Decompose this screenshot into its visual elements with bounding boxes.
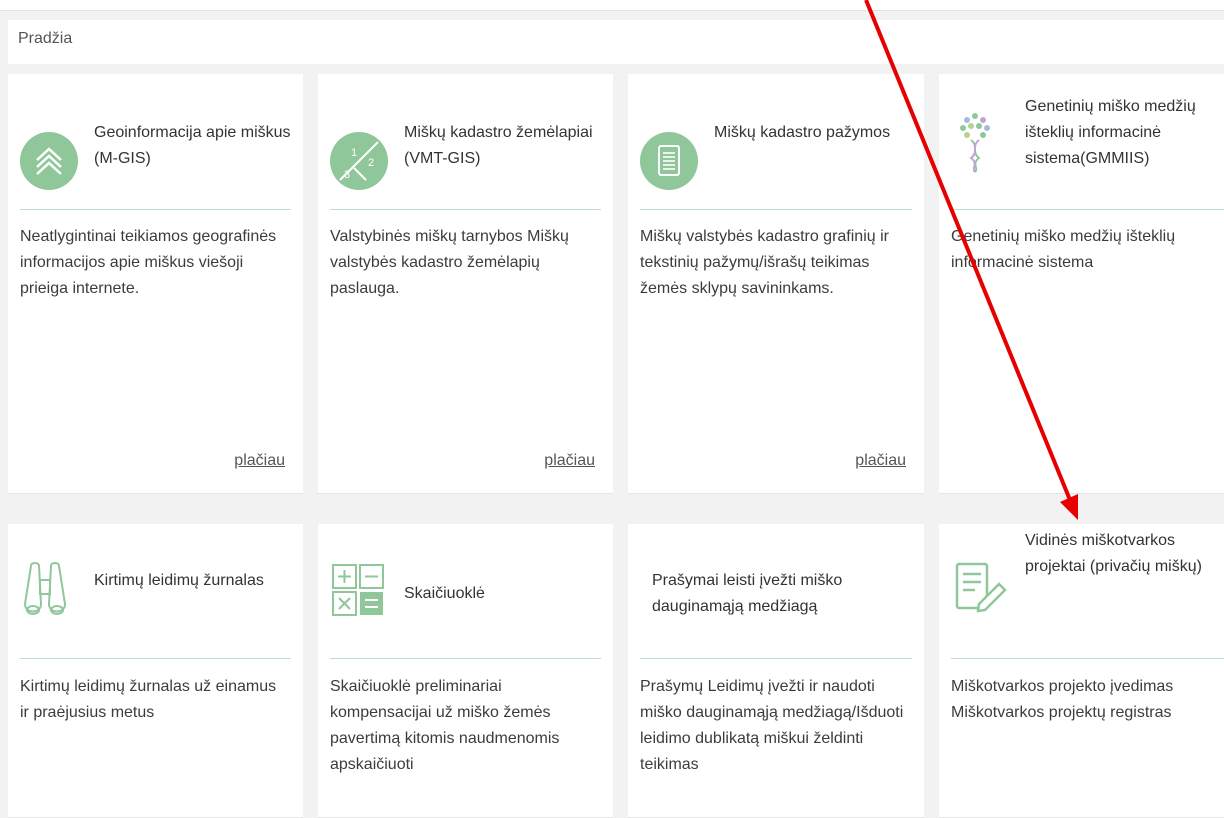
card-title: Kirtimų leidimų žurnalas — [94, 572, 264, 589]
card-kirtimu-zurnalas[interactable]: Kirtimų leidimų žurnalas Kirtimų leidimų… — [8, 524, 303, 818]
card-vidines-miskotvarkos[interactable]: Vidinės miškotvarkos projektai (privačių… — [939, 524, 1224, 818]
binoculars-icon — [22, 558, 68, 624]
card-description: Kirtimų leidimų žurnalas už einamus ir p… — [20, 678, 277, 721]
map-number-2: 2 — [368, 157, 374, 169]
divider — [640, 658, 912, 659]
divider — [951, 209, 1224, 210]
card-title: Geoinformacija apie miškus (M-GIS) — [94, 124, 291, 167]
card-description: Skaičiuoklė preliminariai kompensacijai … — [330, 678, 560, 773]
divider — [330, 658, 601, 659]
map-number-1: 1 — [351, 147, 357, 159]
card-prasymai[interactable]: Prašymai leisti įvežti miško dauginamąją… — [628, 524, 924, 818]
card-gmmiis[interactable]: Genetinių miško medžių išteklių informac… — [939, 74, 1224, 494]
card-title: Skaičiuoklė — [404, 585, 485, 602]
more-link[interactable]: plačiau — [544, 452, 595, 470]
card-description: Prašymų Leidimų įvežti ir naudoti miško … — [640, 678, 904, 773]
card-title: Genetinių miško medžių išteklių informac… — [1025, 98, 1196, 167]
divider — [951, 658, 1224, 659]
card-m-gis[interactable]: Geoinformacija apie miškus (M-GIS) Neatl… — [8, 74, 303, 494]
card-kadastro-pazymos[interactable]: Miškų kadastro pažymos Miškų valstybės k… — [628, 74, 924, 494]
card-description: Valstybinės miškų tarnybos Miškų valstyb… — [330, 228, 569, 297]
breadcrumb: Pradžia — [8, 20, 1224, 64]
card-title: Miškų kadastro pažymos — [714, 124, 891, 141]
divider — [20, 658, 291, 659]
card-description: Miškotvarkos projekto įvedimas Miškotvar… — [951, 674, 1210, 726]
card-description: Miškų valstybės kadastro grafinių ir tek… — [640, 228, 889, 297]
card-skaiciuokle[interactable]: Skaičiuoklė Skaičiuoklė preliminariai ko… — [318, 524, 613, 818]
card-description: Neatlygintinai teikiamos geografinės inf… — [20, 228, 277, 297]
divider — [20, 209, 291, 210]
miskotvarkos-projekto-ivedimas-link[interactable]: Miškotvarkos projekto įvedimas — [951, 674, 1210, 700]
card-title: Prašymai leisti įvežti miško dauginamąją… — [652, 572, 843, 615]
map-sections-icon: 1 2 3 — [330, 132, 388, 190]
more-link[interactable]: plačiau — [234, 452, 285, 470]
miskotvarkos-projektu-registras-link[interactable]: Miškotvarkos projektų registras — [951, 700, 1210, 726]
divider — [640, 209, 912, 210]
map-number-3: 3 — [344, 169, 350, 181]
top-bar — [0, 0, 1224, 11]
card-vmt-gis[interactable]: 1 2 3 Miškų kadastro žemėlapiai (VMT-GIS… — [318, 74, 613, 494]
calculator-icon — [332, 564, 384, 616]
divider — [330, 209, 601, 210]
document-circle-icon — [640, 132, 698, 190]
card-description: Genetinių miško medžių išteklių informac… — [951, 228, 1176, 271]
chevron-up-circle-icon — [20, 132, 78, 190]
document-edit-icon — [955, 562, 1007, 614]
card-title: Miškų kadastro žemėlapiai (VMT-GIS) — [404, 124, 593, 167]
card-title: Vidinės miškotvarkos projektai (privačių… — [1025, 532, 1202, 575]
more-link[interactable]: plačiau — [855, 452, 906, 470]
breadcrumb-home[interactable]: Pradžia — [18, 30, 72, 47]
dna-tree-icon — [955, 106, 995, 176]
